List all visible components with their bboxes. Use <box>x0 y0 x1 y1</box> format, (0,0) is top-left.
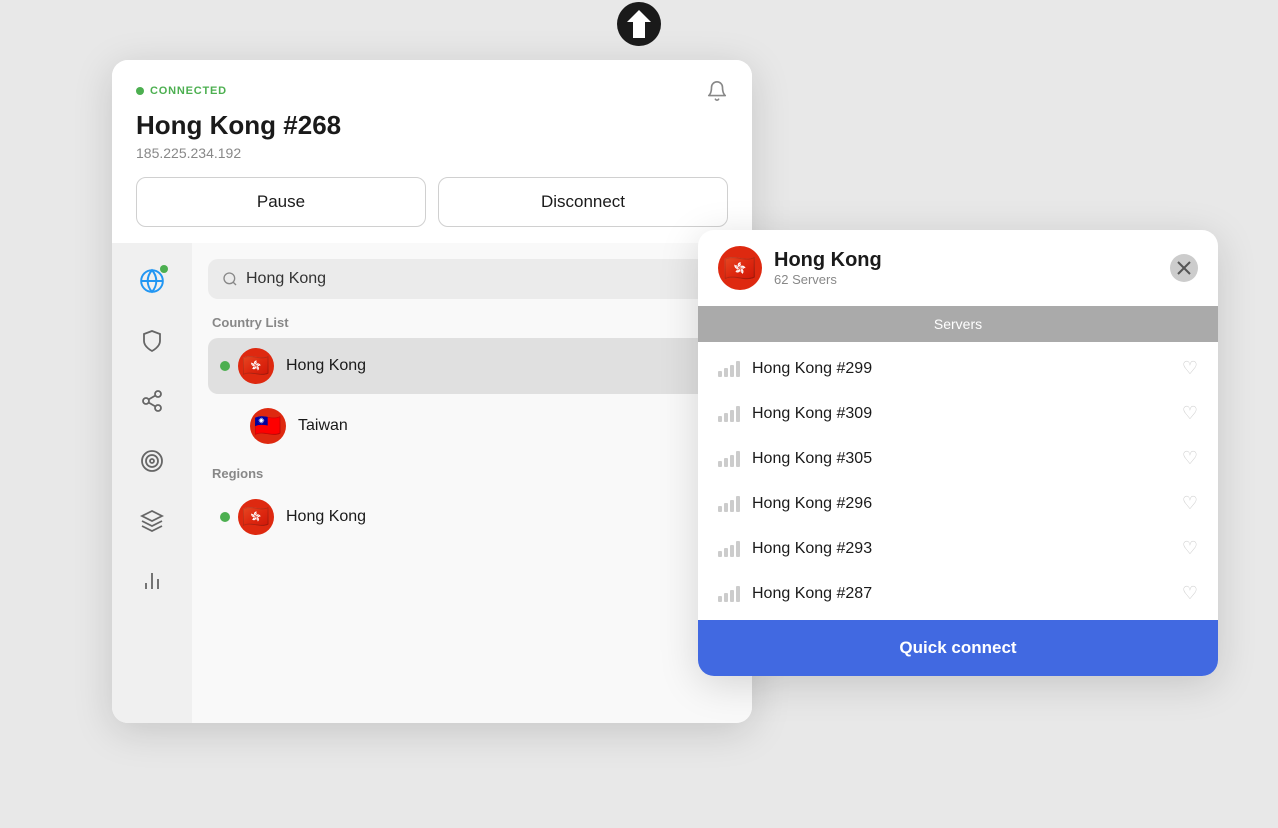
sidebar-item-profiles[interactable] <box>134 503 170 539</box>
sidebar-item-secure-core[interactable] <box>134 383 170 419</box>
search-bar: ✕ <box>208 259 736 299</box>
hk-country-name: Hong Kong <box>774 249 882 272</box>
server-name-293: Hong Kong #293 <box>752 540 872 558</box>
hk-flag-large: 🇭🇰 <box>718 246 762 290</box>
sidebar-item-streaming[interactable] <box>134 443 170 479</box>
server-left: Hong Kong #299 <box>718 360 872 378</box>
favorite-button-296[interactable]: ♡ <box>1182 493 1198 514</box>
server-item[interactable]: Hong Kong #296 ♡ <box>698 481 1218 526</box>
close-popup-button[interactable] <box>1170 254 1198 282</box>
favorite-button-309[interactable]: ♡ <box>1182 403 1198 424</box>
connected-dot <box>220 361 230 371</box>
protonvpn-logo <box>615 0 663 48</box>
region-item-hong-kong[interactable]: 🇭🇰 Hong Kong <box>208 489 736 545</box>
hong-kong-region-flag: 🇭🇰 <box>238 499 274 535</box>
hk-servers-count: 62 Servers <box>774 272 882 287</box>
server-left: Hong Kong #309 <box>718 405 872 423</box>
hong-kong-region-name: Hong Kong <box>286 508 366 526</box>
server-name-299: Hong Kong #299 <box>752 360 872 378</box>
server-item[interactable]: Hong Kong #305 ♡ <box>698 436 1218 481</box>
hk-popup-title: 🇭🇰 Hong Kong 62 Servers <box>718 246 882 290</box>
hong-kong-popup: 🇭🇰 Hong Kong 62 Servers Servers Hong Kon… <box>698 230 1218 676</box>
pause-button[interactable]: Pause <box>136 177 426 227</box>
server-signal-icon <box>718 586 740 602</box>
country-item-taiwan[interactable]: 🇹🇼 Taiwan <box>208 398 736 454</box>
notifications-icon[interactable] <box>706 80 728 102</box>
disconnect-button[interactable]: Disconnect <box>438 177 728 227</box>
regions-section: Regions 🇭🇰 Hong Kong <box>208 466 736 545</box>
server-signal-icon <box>718 541 740 557</box>
server-name-305: Hong Kong #305 <box>752 450 872 468</box>
server-item[interactable]: Hong Kong #299 ♡ <box>698 346 1218 391</box>
server-left: Hong Kong #287 <box>718 585 872 603</box>
servers-tab[interactable]: Servers <box>698 306 1218 342</box>
server-signal-icon <box>718 451 740 467</box>
vpn-bottom: ✕ Country List 🇭🇰 Hong Kong 🇹🇼 Taiwan <box>112 243 752 723</box>
active-dot <box>160 265 168 273</box>
server-name-309: Hong Kong #309 <box>752 405 872 423</box>
server-name: Hong Kong #268 <box>136 110 728 141</box>
server-signal-icon <box>718 406 740 422</box>
server-item[interactable]: Hong Kong #309 ♡ <box>698 391 1218 436</box>
server-list: Hong Kong #299 ♡ Hong Kong #309 ♡ Hong K… <box>698 342 1218 620</box>
server-name-296: Hong Kong #296 <box>752 495 872 513</box>
country-item-hong-kong[interactable]: 🇭🇰 Hong Kong <box>208 338 736 394</box>
hong-kong-flag: 🇭🇰 <box>238 348 274 384</box>
sidebar-item-statistics[interactable] <box>134 563 170 599</box>
status-text: CONNECTED <box>150 85 227 97</box>
status-row: CONNECTED <box>136 80 728 102</box>
action-buttons: Pause Disconnect <box>136 177 728 227</box>
vpn-panel: CONNECTED Hong Kong #268 185.225.234.192… <box>112 60 752 723</box>
taiwan-name: Taiwan <box>298 417 348 435</box>
regions-label: Regions <box>208 466 736 481</box>
hk-popup-header: 🇭🇰 Hong Kong 62 Servers <box>698 230 1218 306</box>
sidebar-item-shield[interactable] <box>134 323 170 359</box>
country-list-label: Country List <box>208 315 736 330</box>
sidebar <box>112 243 192 723</box>
quick-connect-button[interactable]: Quick connect <box>698 620 1218 676</box>
taiwan-flag: 🇹🇼 <box>250 408 286 444</box>
server-ip: 185.225.234.192 <box>136 145 728 161</box>
connection-status: CONNECTED <box>136 85 227 97</box>
status-dot <box>136 87 144 95</box>
search-icon <box>222 271 238 287</box>
search-input[interactable] <box>246 270 694 288</box>
search-panel: ✕ Country List 🇭🇰 Hong Kong 🇹🇼 Taiwan <box>192 243 752 723</box>
favorite-button-287[interactable]: ♡ <box>1182 583 1198 604</box>
server-item[interactable]: Hong Kong #287 ♡ <box>698 571 1218 616</box>
sidebar-item-countries[interactable] <box>134 263 170 299</box>
region-connected-dot <box>220 512 230 522</box>
hong-kong-name: Hong Kong <box>286 357 366 375</box>
server-item[interactable]: Hong Kong #293 ♡ <box>698 526 1218 571</box>
server-left: Hong Kong #305 <box>718 450 872 468</box>
favorite-button-305[interactable]: ♡ <box>1182 448 1198 469</box>
server-signal-icon <box>718 361 740 377</box>
hk-title-text: Hong Kong 62 Servers <box>774 249 882 287</box>
server-left: Hong Kong #296 <box>718 495 872 513</box>
favorite-button-299[interactable]: ♡ <box>1182 358 1198 379</box>
server-signal-icon <box>718 496 740 512</box>
vpn-header: CONNECTED Hong Kong #268 185.225.234.192… <box>112 60 752 243</box>
favorite-button-293[interactable]: ♡ <box>1182 538 1198 559</box>
server-name-287: Hong Kong #287 <box>752 585 872 603</box>
server-left: Hong Kong #293 <box>718 540 872 558</box>
